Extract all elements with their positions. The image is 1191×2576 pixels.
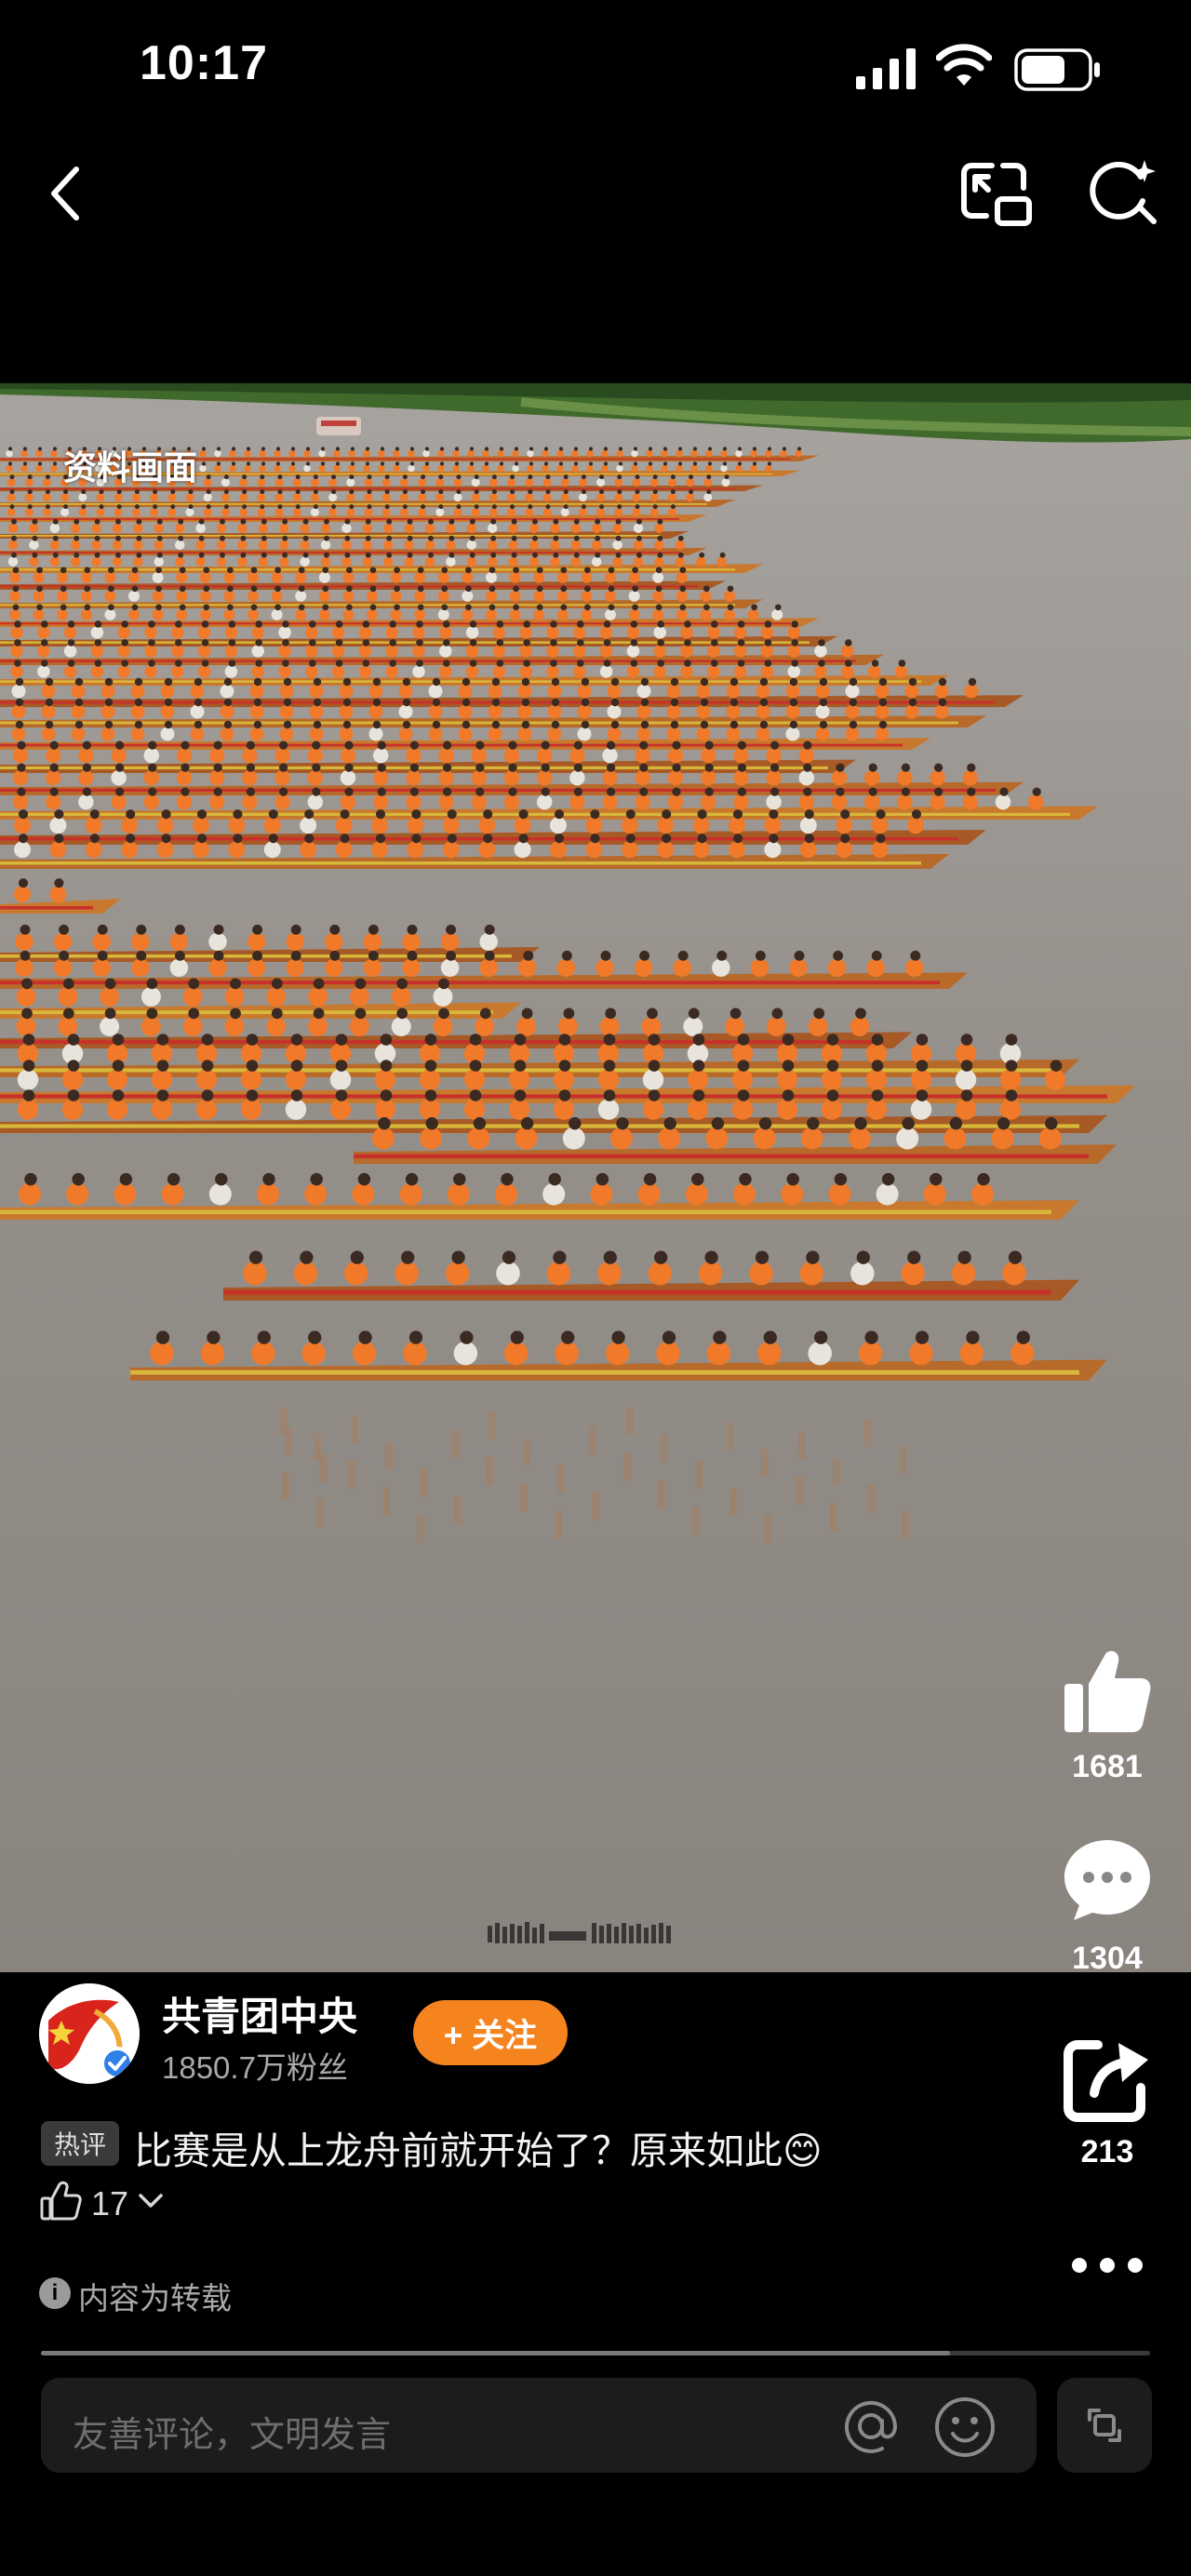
dragon-boat-race-video-frame [0,383,1191,1972]
video-caption: 资料画面 [63,448,198,487]
share-icon[interactable] [1061,2034,1154,2123]
battery-icon [1014,48,1100,91]
emoji-icon[interactable] [930,2393,999,2462]
comment-like-icon[interactable] [39,2181,82,2222]
comment-count: 1304 [1072,1941,1143,1976]
info-icon: i [39,2277,71,2309]
signal-icon [856,48,916,89]
thumbs-up-icon[interactable] [1061,1647,1154,1736]
repost-notice: 内容为转载 [78,2281,232,2316]
hot-comment-badge: 热评 [41,2121,119,2166]
wifi-icon [936,44,992,86]
author-fan-count: 1850.7万粉丝 [162,2050,348,2085]
chevron-left-icon [51,167,79,220]
status-time: 10:17 [140,36,268,90]
share-count: 213 [1080,2134,1134,2169]
chevron-down-icon[interactable] [138,2192,164,2210]
mention-icon[interactable] [837,2393,904,2460]
author-avatar[interactable] [39,1983,140,2084]
follow-button[interactable]: + 关注 [413,2000,568,2065]
league-emblem-icon [39,1983,140,2084]
more-options-icon[interactable] [1061,2242,1154,2289]
video-progress-indicator[interactable] [484,1920,679,1946]
comment-input-placeholder: 友善评论，文明发言 [73,2416,392,2455]
like-count: 1681 [1072,1749,1143,1784]
back-button[interactable] [28,156,102,231]
search-icon[interactable] [1087,154,1161,229]
picture-in-picture-icon[interactable] [958,156,1035,229]
expand-window-icon [1088,2409,1121,2442]
playback-progress-fill [41,2351,950,2356]
hot-comment-text[interactable]: 比赛是从上龙舟前就开始了？原来如此😊 [134,2119,823,2175]
comment-like-count: 17 [91,2184,129,2222]
fullscreen-button[interactable] [1057,2378,1152,2473]
video-player[interactable] [0,383,1191,1972]
comment-bubble-icon[interactable] [1061,1835,1154,1924]
author-name[interactable]: 共青团中央 [162,1985,357,2042]
